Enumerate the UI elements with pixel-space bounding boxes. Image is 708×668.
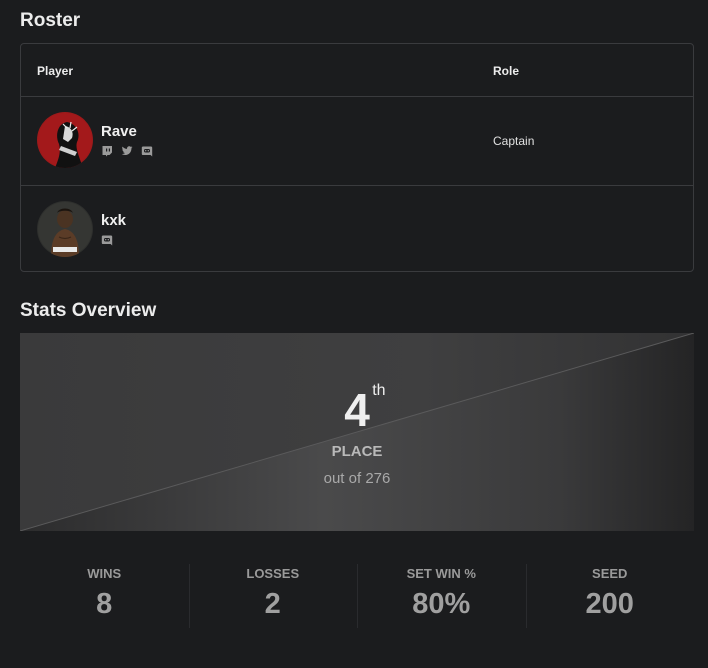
stat-label: SET WIN %: [406, 566, 476, 581]
player-name[interactable]: Rave: [101, 123, 137, 140]
twitch-icon[interactable]: [101, 145, 113, 157]
column-header-player: Player: [37, 64, 74, 78]
twitter-icon[interactable]: [121, 145, 133, 157]
social-links: [101, 234, 113, 246]
stat-value: 80%: [412, 588, 471, 620]
placement-panel: 4th PLACE out of 276: [20, 333, 694, 531]
stat-label: LOSSES: [246, 566, 300, 581]
stat-set-win-percent: SET WIN % 80%: [357, 560, 526, 632]
table-row: kxk: [21, 185, 693, 273]
stat-losses: LOSSES 2: [188, 560, 358, 632]
place-value: 4: [344, 384, 370, 436]
social-links: [101, 145, 153, 157]
stat-seed: SEED 200: [525, 560, 695, 632]
stats-summary: WINS 8 LOSSES 2 SET WIN % 80% SEED 200: [20, 560, 694, 632]
player-name[interactable]: kxk: [101, 212, 126, 229]
stat-value: 200: [585, 588, 634, 620]
stat-value: 8: [96, 588, 113, 620]
discord-icon[interactable]: [141, 145, 153, 157]
roster-table: Player Role Rave Captain kxk: [20, 43, 694, 272]
avatar[interactable]: [37, 112, 93, 168]
avatar[interactable]: [37, 201, 93, 257]
stat-value: 2: [264, 588, 281, 620]
stat-label: SEED: [592, 566, 628, 581]
table-row: Rave Captain: [21, 97, 693, 185]
column-header-role: Role: [493, 64, 520, 78]
place-suffix: th: [372, 382, 386, 399]
stat-wins: WINS 8: [20, 560, 189, 632]
place-label: PLACE: [331, 443, 383, 460]
player-role: Captain: [493, 134, 535, 148]
stats-title: Stats Overview: [20, 300, 157, 321]
discord-icon[interactable]: [101, 234, 113, 246]
place-out-of: out of 276: [323, 470, 391, 487]
place-number: 4th: [20, 382, 694, 437]
roster-title: Roster: [20, 10, 81, 31]
stat-label: WINS: [87, 566, 122, 581]
roster-header: Player Role: [21, 44, 693, 97]
